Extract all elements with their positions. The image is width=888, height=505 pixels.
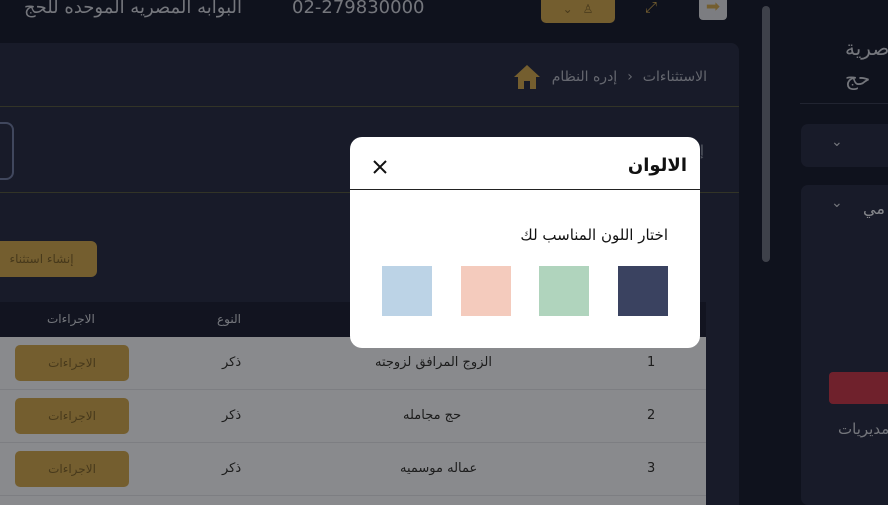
- colors-modal: الالوان اختار اللون المناسب لك: [350, 137, 700, 348]
- close-icon[interactable]: [370, 157, 390, 177]
- modal-title: الالوان: [627, 155, 687, 176]
- modal-divider: [350, 189, 700, 190]
- color-swatch-light-blue[interactable]: [382, 266, 432, 316]
- color-swatch-green[interactable]: [539, 266, 589, 316]
- color-swatch-navy[interactable]: [618, 266, 668, 316]
- color-swatch-peach[interactable]: [461, 266, 511, 316]
- modal-prompt: اختار اللون المناسب لك: [520, 226, 668, 244]
